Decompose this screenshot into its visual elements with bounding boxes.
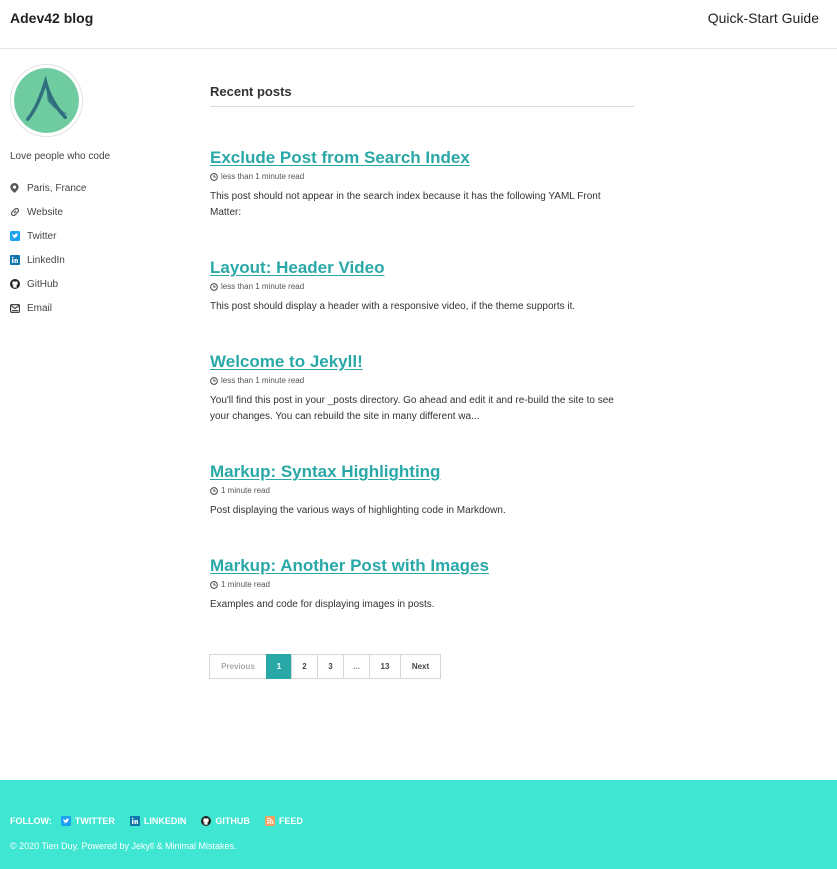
post-excerpt: You'll find this post in your _posts dir… — [210, 395, 614, 422]
rss-icon — [264, 816, 275, 826]
twitter-icon — [60, 816, 71, 826]
footer-linkedin-label: LINKEDIN — [143, 816, 187, 826]
map-marker-icon — [10, 183, 27, 193]
pagination: Previous 1 2 3 ... 13 Next — [209, 654, 441, 679]
nav-quick-start-link[interactable]: Quick-Start Guide — [708, 10, 819, 26]
pagination-page-13[interactable]: 13 — [369, 654, 401, 679]
post-title-link[interactable]: Exclude Post from Search Index — [210, 148, 634, 168]
clock-icon — [210, 172, 218, 181]
page-footer: FOLLOW: TWITTER LINKEDIN GITHUB FEED © 2… — [0, 780, 837, 869]
post-item: Exclude Post from Search Index less than… — [210, 148, 634, 221]
author-linkedin-label: LinkedIn — [27, 254, 65, 266]
pagination-page-1[interactable]: 1 — [266, 654, 292, 679]
author-location: Paris, France — [10, 176, 190, 200]
author-website-label: Website — [27, 206, 63, 218]
pagination-ellipsis: ... — [343, 654, 370, 679]
footer-twitter-link[interactable]: TWITTER — [60, 816, 115, 826]
post-meta: 1 minute read — [210, 580, 634, 589]
author-profile: Love people who code Paris, France Websi… — [10, 64, 190, 320]
post-item: Markup: Syntax Highlighting 1 minute rea… — [210, 462, 634, 519]
section-title: Recent posts — [210, 84, 634, 107]
footer-feed-label: FEED — [278, 816, 303, 826]
footer-github-label: GITHUB — [215, 816, 250, 826]
post-item: Markup: Another Post with Images 1 minut… — [210, 556, 634, 613]
link-icon — [10, 207, 27, 217]
footer-github-link[interactable]: GITHUB — [201, 816, 250, 826]
pagination-page-2[interactable]: 2 — [291, 654, 318, 679]
post-meta: 1 minute read — [210, 486, 634, 495]
post-meta: less than 1 minute read — [210, 376, 634, 385]
author-website-link[interactable]: Website — [10, 200, 190, 224]
github-icon — [10, 279, 27, 289]
author-linkedin-link[interactable]: LinkedIn — [10, 248, 190, 272]
pagination-page-3[interactable]: 3 — [317, 654, 344, 679]
author-github-label: GitHub — [27, 278, 59, 290]
post-item: Layout: Header Video less than 1 minute … — [210, 258, 634, 315]
post-read-time: less than 1 minute read — [221, 282, 305, 291]
avatar-logo — [14, 68, 79, 133]
follow-label: FOLLOW: — [10, 816, 52, 826]
clock-icon — [210, 486, 218, 495]
post-excerpt: This post should not appear in the searc… — [210, 191, 601, 218]
linkedin-icon — [129, 816, 140, 826]
avatar — [10, 64, 83, 137]
footer-linkedin-link[interactable]: LINKEDIN — [129, 816, 187, 826]
author-location-label: Paris, France — [27, 182, 87, 194]
author-bio: Love people who code — [10, 151, 111, 162]
author-github-link[interactable]: GitHub — [10, 272, 190, 296]
author-twitter-link[interactable]: Twitter — [10, 224, 190, 248]
post-read-time: 1 minute read — [221, 580, 270, 589]
footer-copyright: © 2020 Tien Duy. Powered by Jekyll & Min… — [10, 841, 237, 851]
twitter-icon — [10, 231, 27, 241]
post-title-link[interactable]: Markup: Another Post with Images — [210, 556, 634, 576]
author-twitter-label: Twitter — [27, 230, 57, 242]
masthead: Adev42 blog Quick-Start Guide — [0, 0, 837, 49]
github-icon — [201, 816, 212, 826]
linkedin-icon — [10, 255, 27, 265]
post-item: Welcome to Jekyll! less than 1 minute re… — [210, 352, 634, 425]
post-excerpt: This post should display a header with a… — [210, 301, 576, 312]
post-meta: less than 1 minute read — [210, 172, 634, 181]
post-read-time: less than 1 minute read — [221, 172, 305, 181]
footer-twitter-label: TWITTER — [74, 816, 115, 826]
pagination-previous[interactable]: Previous — [209, 654, 267, 679]
author-email-link[interactable]: Email — [10, 296, 190, 320]
author-email-label: Email — [27, 302, 53, 314]
post-read-time: 1 minute read — [221, 486, 270, 495]
post-title-link[interactable]: Layout: Header Video — [210, 258, 634, 278]
pagination-next[interactable]: Next — [400, 654, 441, 679]
site-title-link[interactable]: Adev42 blog — [10, 10, 93, 26]
envelope-icon — [10, 303, 27, 313]
clock-icon — [210, 282, 218, 291]
author-links: Paris, France Website Twitter LinkedIn G… — [10, 176, 190, 320]
post-excerpt: Examples and code for displaying images … — [210, 599, 435, 610]
footer-follow: FOLLOW: TWITTER LINKEDIN GITHUB FEED — [10, 816, 318, 826]
clock-icon — [210, 580, 218, 589]
clock-icon — [210, 376, 218, 385]
post-excerpt: Post displaying the various ways of high… — [210, 505, 506, 516]
post-title-link[interactable]: Welcome to Jekyll! — [210, 352, 634, 372]
post-meta: less than 1 minute read — [210, 282, 634, 291]
footer-feed-link[interactable]: FEED — [264, 816, 303, 826]
post-read-time: less than 1 minute read — [221, 376, 305, 385]
recent-posts: Recent posts Exclude Post from Search In… — [210, 84, 634, 610]
post-title-link[interactable]: Markup: Syntax Highlighting — [210, 462, 634, 482]
